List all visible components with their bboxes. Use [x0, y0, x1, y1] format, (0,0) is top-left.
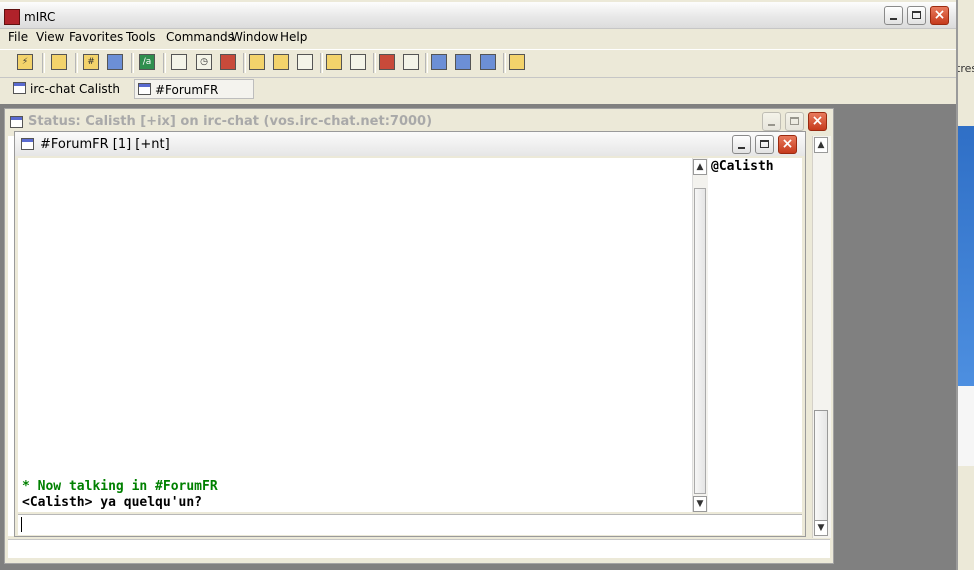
scroll-up-icon[interactable]: ▲	[693, 159, 707, 175]
status-input[interactable]	[8, 539, 830, 558]
channel-list-icon[interactable]: #	[83, 54, 99, 70]
title-bar[interactable]: mIRC ×	[0, 2, 956, 29]
channel-minimize-button[interactable]	[732, 135, 751, 154]
switchbar-item-status[interactable]: irc-chat Calisth	[10, 79, 128, 99]
status-window-icon	[13, 82, 26, 94]
status-window-title-icon	[10, 116, 23, 128]
toolbar-separator	[42, 53, 45, 73]
status-close-button[interactable]: ×	[808, 112, 827, 131]
toolbar-separator	[373, 53, 376, 73]
close-icon: ×	[811, 113, 824, 129]
menu-view[interactable]: View	[36, 30, 64, 44]
notify-list-icon[interactable]	[379, 54, 395, 70]
options-icon[interactable]	[51, 54, 67, 70]
dcc-options-icon[interactable]	[297, 54, 313, 70]
status-minimize-button[interactable]	[762, 112, 781, 131]
channel-close-button[interactable]: ×	[778, 135, 797, 154]
channel-window-title: #ForumFR [1] [+nt]	[40, 137, 170, 152]
menu-tools[interactable]: Tools	[126, 30, 156, 44]
cascade-icon[interactable]	[480, 54, 496, 70]
mirc-app-icon	[4, 9, 20, 25]
channel-window-title-icon	[21, 138, 35, 151]
toolbar-separator	[425, 53, 428, 73]
scroll-down-icon[interactable]: ▼	[693, 496, 707, 512]
switchbar-item-channel[interactable]: #ForumFR	[134, 79, 254, 99]
favorites-icon[interactable]	[107, 54, 123, 70]
timer-icon[interactable]: ◷	[196, 54, 212, 70]
text-caret	[21, 517, 22, 532]
menu-favorites[interactable]: Favorites	[69, 30, 123, 44]
address-book-icon[interactable]	[171, 54, 187, 70]
background-window-panel-lower	[958, 386, 974, 466]
connect-icon[interactable]: ⚡	[17, 54, 33, 70]
chat-message-join: * Now talking in #ForumFR	[22, 479, 218, 494]
close-icon: ×	[933, 7, 946, 23]
status-window-title: Status: Calisth [+ix] on irc-chat (vos.i…	[28, 114, 433, 129]
chat-message: <Calisth> ya quelqu'un?	[22, 495, 203, 510]
background-window-panel	[958, 126, 974, 386]
channel-window-icon	[138, 83, 151, 95]
toolbar-separator	[503, 53, 506, 73]
tile-vertical-icon[interactable]	[455, 54, 471, 70]
message-input[interactable]	[18, 514, 802, 535]
minimize-icon	[738, 147, 745, 149]
menu-help[interactable]: Help	[280, 30, 307, 44]
scroll-thumb[interactable]	[814, 410, 828, 522]
minimize-icon	[890, 18, 897, 20]
dcc-send-icon[interactable]	[249, 54, 265, 70]
colors-icon[interactable]	[220, 54, 236, 70]
logs-icon[interactable]	[350, 54, 366, 70]
url-list-icon[interactable]	[403, 54, 419, 70]
menu-commands[interactable]: Commands	[166, 30, 234, 44]
toolbar-separator	[243, 53, 246, 73]
scroll-down-icon[interactable]: ▼	[814, 520, 828, 536]
script-editor-icon[interactable]: /a	[139, 54, 155, 70]
chat-scrollbar[interactable]: ▲ ▼	[692, 158, 708, 512]
close-icon: ×	[781, 136, 794, 152]
menu-file[interactable]: File	[8, 30, 28, 44]
close-button[interactable]: ×	[930, 6, 949, 25]
maximize-icon	[912, 11, 921, 19]
minimize-button[interactable]	[884, 6, 903, 25]
status-maximize-button[interactable]	[785, 112, 804, 131]
maximize-button[interactable]	[907, 6, 926, 25]
dcc-chat-icon[interactable]	[273, 54, 289, 70]
background-window-text: tres	[956, 62, 974, 75]
nick-list-item[interactable]: @Calisth	[711, 159, 774, 174]
minimize-icon	[768, 124, 775, 126]
maximize-icon	[760, 140, 769, 148]
app-title: mIRC	[24, 10, 56, 24]
menu-window[interactable]: Window	[231, 30, 278, 44]
switchbar: irc-chat Calisth #ForumFR	[0, 77, 956, 103]
chat-message-area[interactable]: * Now talking in #ForumFR <Calisth> ya q…	[18, 158, 692, 512]
toolbar-separator	[75, 53, 78, 73]
toolbar: ⚡ # /a ◷	[0, 49, 956, 78]
nick-list[interactable]: @Calisth	[708, 158, 802, 512]
switchbar-item-label: irc-chat Calisth	[30, 82, 120, 96]
maximize-icon	[790, 117, 799, 125]
toolbar-separator	[320, 53, 323, 73]
tile-horizontal-icon[interactable]	[431, 54, 447, 70]
toolbar-separator	[131, 53, 134, 73]
away-icon[interactable]	[509, 54, 525, 70]
switchbar-item-label: #ForumFR	[155, 83, 219, 97]
status-scrollbar[interactable]: ▲ ▼	[812, 136, 831, 538]
scroll-up-icon[interactable]: ▲	[814, 137, 828, 153]
toolbar-separator	[163, 53, 166, 73]
channel-maximize-button[interactable]	[755, 135, 774, 154]
scroll-thumb[interactable]	[694, 188, 706, 494]
received-files-icon[interactable]	[326, 54, 342, 70]
